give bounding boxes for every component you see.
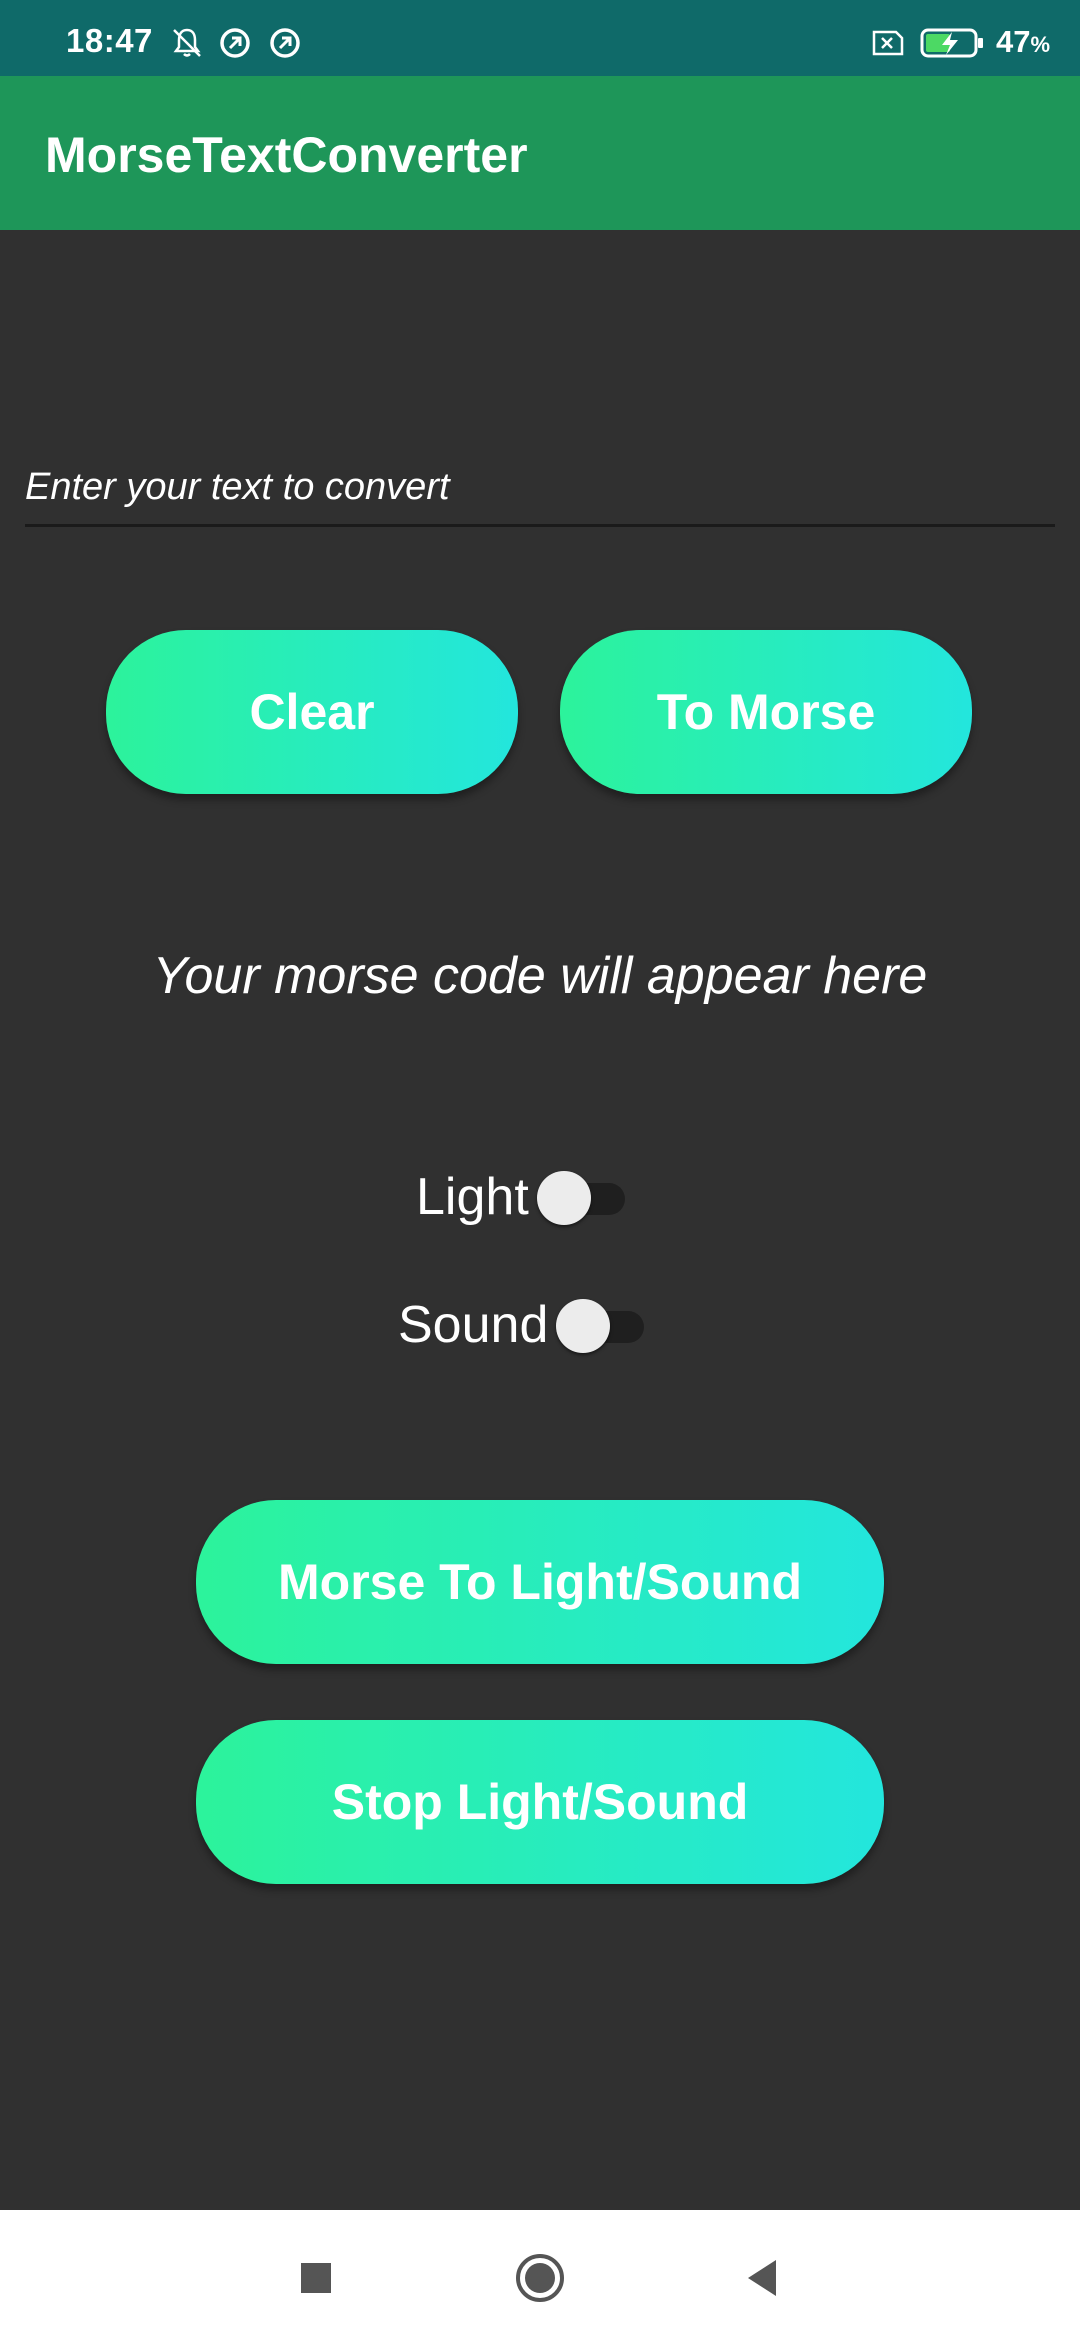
navigation-bar bbox=[0, 2210, 1080, 2340]
light-switch-thumb bbox=[536, 1171, 591, 1225]
recent-apps-icon[interactable] bbox=[288, 2250, 344, 2306]
app-title: MorseTextConverter bbox=[45, 127, 528, 183]
battery-percentage: 47% bbox=[995, 24, 1050, 59]
sound-switch-label: Sound bbox=[398, 1296, 549, 1354]
stop-light-sound-button[interactable]: Stop Light/Sound bbox=[196, 1720, 884, 1884]
text-input[interactable] bbox=[25, 450, 1055, 527]
status-time: 18:47 bbox=[66, 22, 153, 59]
status-bar: 18:47 47% bbox=[0, 0, 1080, 76]
morse-output: Your morse code will appear here bbox=[152, 947, 928, 1005]
data-saver-icon bbox=[220, 28, 250, 58]
sound-switch[interactable] bbox=[556, 1297, 646, 1353]
light-switch-row: Light bbox=[416, 1162, 627, 1232]
light-switch[interactable] bbox=[536, 1169, 627, 1225]
clear-button[interactable]: Clear bbox=[106, 630, 518, 794]
sim-off-icon bbox=[872, 30, 904, 56]
home-icon[interactable] bbox=[512, 2250, 568, 2306]
app-screen: 18:47 47% MorseTextConverter Enter your … bbox=[0, 0, 1080, 2340]
sound-switch-thumb bbox=[556, 1299, 611, 1353]
battery-charging-icon bbox=[920, 28, 983, 58]
to-morse-button[interactable]: To Morse bbox=[560, 630, 972, 794]
app-bar: MorseTextConverter bbox=[0, 76, 1080, 230]
back-icon[interactable] bbox=[736, 2250, 792, 2306]
morse-to-light-sound-button[interactable]: Morse To Light/Sound bbox=[196, 1500, 884, 1664]
data-saver-icon-2 bbox=[270, 28, 300, 58]
light-switch-label: Light bbox=[416, 1168, 529, 1226]
bell-muted-icon bbox=[173, 28, 201, 57]
sound-switch-row: Sound bbox=[398, 1290, 646, 1360]
